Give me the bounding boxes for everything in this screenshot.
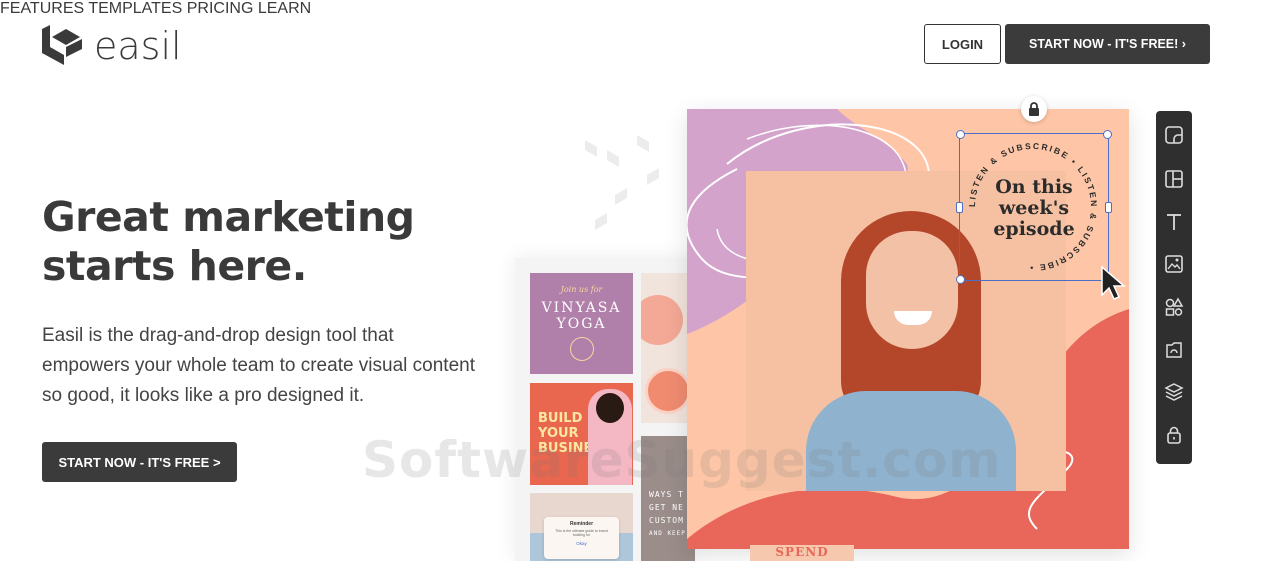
lock-icon — [1029, 102, 1039, 116]
badge-line-3: episode — [993, 218, 1075, 240]
shapes-icon[interactable] — [1162, 295, 1186, 319]
reminder-title: Reminder — [569, 521, 594, 527]
resize-handle-bl[interactable] — [956, 275, 965, 284]
ways-text: WAYS T GET NE CUSTOM AND KEEP — [649, 488, 686, 540]
hero-headline: Great marketing starts here. — [42, 193, 415, 291]
lock-icon[interactable] — [1162, 423, 1186, 447]
text-icon[interactable] — [1162, 210, 1186, 234]
ways-line-2: GET NE — [649, 503, 684, 512]
photo-face — [866, 231, 958, 349]
login-button[interactable]: LOGIN — [924, 24, 1001, 64]
yoga-title-1: VINYASA — [541, 300, 622, 316]
ways-small: AND KEEP — [649, 530, 686, 537]
layers-icon[interactable] — [1162, 380, 1186, 404]
image-icon[interactable] — [1162, 252, 1186, 276]
canvas-lock-button[interactable] — [1021, 96, 1047, 122]
nav-templates[interactable]: TEMPLATES — [88, 0, 182, 17]
grapefruit-slice-1 — [641, 295, 683, 345]
badge-line-2: week's — [998, 197, 1070, 219]
resize-handle-tr[interactable] — [1103, 130, 1112, 139]
resize-handle-left[interactable] — [956, 202, 963, 213]
template-panel: Join us for VINYASA YOGA BUILD YOUR BUSI… — [515, 258, 695, 561]
nav-pricing[interactable]: PRICING — [187, 0, 254, 17]
mouse-cursor-icon — [1101, 265, 1127, 300]
hero-description: Easil is the drag-and-drop design tool t… — [42, 325, 475, 406]
template-thumb-reminder[interactable]: Reminder This is the ultimate guide to b… — [530, 493, 633, 561]
nav-features[interactable]: FEATURES — [0, 0, 84, 17]
reminder-dialog: Reminder This is the ultimate guide to b… — [544, 517, 619, 559]
start-now-header-button[interactable]: START NOW - IT'S FREE! › — [1005, 24, 1210, 64]
headline-line-1: Great marketing — [42, 193, 415, 241]
resize-handle-right[interactable] — [1105, 202, 1112, 213]
layout-icon[interactable] — [1162, 167, 1186, 191]
watermark-text: SoftwareSuggest.com — [362, 431, 1002, 489]
resize-handle-tl[interactable] — [956, 130, 965, 139]
reminder-body: This is the ultimate guide to brand buil… — [555, 529, 608, 537]
upload-icon[interactable] — [1162, 338, 1186, 362]
spend-template-peek: SPEND — [750, 545, 854, 561]
decorative-chevrons — [585, 135, 659, 230]
template-thumb-yoga[interactable]: Join us for VINYASA YOGA — [530, 273, 633, 374]
ways-line-1: WAYS T — [649, 490, 684, 499]
editor-toolbar — [1156, 111, 1192, 464]
ways-line-3: CUSTOM — [649, 516, 684, 525]
nav-learn[interactable]: LEARN — [258, 0, 311, 17]
reminder-okay-link: Okay — [576, 541, 587, 546]
headline-line-2: starts here. — [42, 242, 307, 290]
badge-line-1: On this — [995, 176, 1073, 198]
business-person-head — [596, 393, 624, 423]
episode-badge-text: On this week's episode — [985, 177, 1083, 240]
start-now-hero-button[interactable]: START NOW - IT'S FREE > — [42, 442, 237, 482]
grapefruit-slice-2 — [645, 368, 691, 414]
yoga-title-2: YOGA — [556, 316, 607, 332]
yoga-emblem — [570, 337, 594, 361]
sticker-icon[interactable] — [1162, 123, 1186, 147]
yoga-script-text: Join us for — [560, 285, 603, 294]
